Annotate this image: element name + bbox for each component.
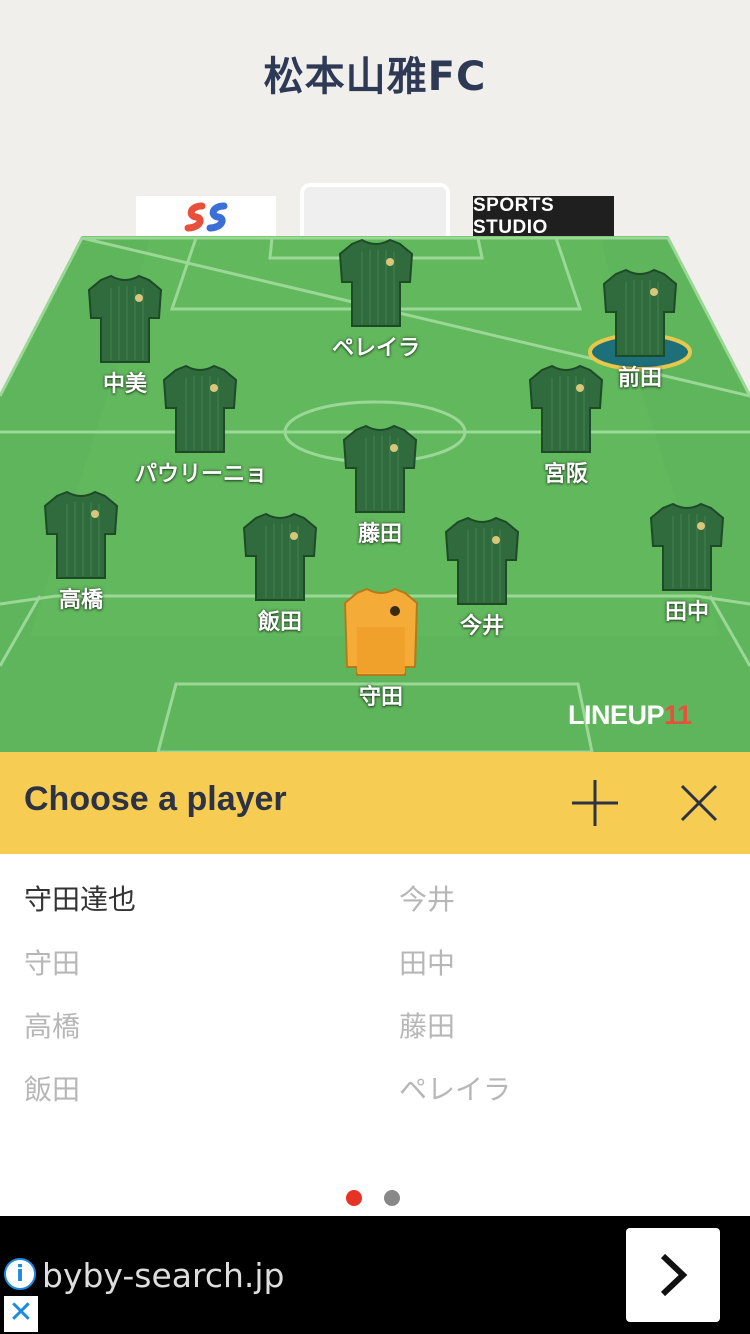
jersey-icon	[87, 274, 163, 363]
list-item[interactable]: 高橋	[24, 1005, 80, 1045]
pitch-player[interactable]: 田中	[622, 502, 750, 626]
page-dots	[346, 1190, 400, 1206]
sponsor-ss-logo-icon	[184, 202, 228, 232]
pitch-player-keeper[interactable]: 守田	[316, 587, 446, 711]
player-name: パウリーニョ	[135, 462, 268, 487]
team-title: 松本山雅FC	[263, 54, 487, 100]
pitch-player[interactable]: 宮阪	[501, 364, 631, 488]
lineup11-logo: LINEUP11	[568, 700, 692, 731]
list-item[interactable]: 守田	[24, 942, 80, 982]
brand-main: LINEUP	[568, 700, 665, 730]
player-name: 守田	[358, 685, 403, 710]
info-icon[interactable]: i	[4, 1258, 36, 1290]
list-item[interactable]: 今井	[399, 878, 455, 918]
keeper-jersey-icon	[343, 587, 419, 676]
player-list: 守田達也 守田 高橋 飯田 今井 田中 藤田 ペレイラ	[0, 854, 750, 1216]
ad-banner[interactable]: i ✕ byby-search.jp	[0, 1216, 750, 1334]
pitch-player[interactable]: パウリーニョ	[135, 364, 268, 488]
jersey-icon	[444, 516, 520, 605]
ad-text[interactable]: byby-search.jp	[42, 1256, 285, 1295]
plus-icon	[572, 780, 618, 826]
chevron-right-icon	[660, 1253, 688, 1297]
close-icon	[680, 784, 718, 822]
player-name: 高橋	[58, 588, 103, 613]
page-dot-active[interactable]	[346, 1190, 362, 1206]
pitch-player[interactable]: 高橋	[16, 490, 146, 614]
sponsor-logo-left	[136, 196, 276, 238]
choose-player-title: Choose a player	[24, 780, 287, 818]
list-item[interactable]: 飯田	[24, 1068, 80, 1108]
choose-player-bar: Choose a player	[0, 752, 750, 854]
player-name: 田中	[664, 600, 709, 625]
jersey-icon	[338, 238, 414, 327]
pitch-player[interactable]: ペレイラ	[311, 238, 441, 362]
add-player-button[interactable]	[568, 776, 622, 830]
sponsor-logo-right: SPORTS STUDIO	[473, 195, 614, 238]
list-item[interactable]: 田中	[399, 942, 455, 982]
close-chooser-button[interactable]	[672, 776, 726, 830]
jersey-icon	[342, 424, 418, 513]
player-name: ペレイラ	[331, 336, 420, 361]
page-dot[interactable]	[384, 1190, 400, 1206]
jersey-icon	[602, 268, 678, 357]
brand-num: 11	[664, 700, 692, 730]
player-name: 宮阪	[543, 462, 588, 487]
list-item[interactable]: 守田達也	[24, 878, 136, 918]
jersey-icon	[242, 512, 318, 601]
jersey-icon	[162, 364, 238, 453]
close-icon[interactable]: ✕	[4, 1296, 38, 1332]
jersey-icon	[649, 502, 725, 591]
jersey-icon	[528, 364, 604, 453]
list-item[interactable]: ペレイラ	[399, 1068, 511, 1108]
goal-frame	[300, 183, 450, 241]
list-item[interactable]: 藤田	[399, 1005, 455, 1045]
ad-next-button[interactable]	[626, 1228, 720, 1322]
jersey-icon	[43, 490, 119, 579]
